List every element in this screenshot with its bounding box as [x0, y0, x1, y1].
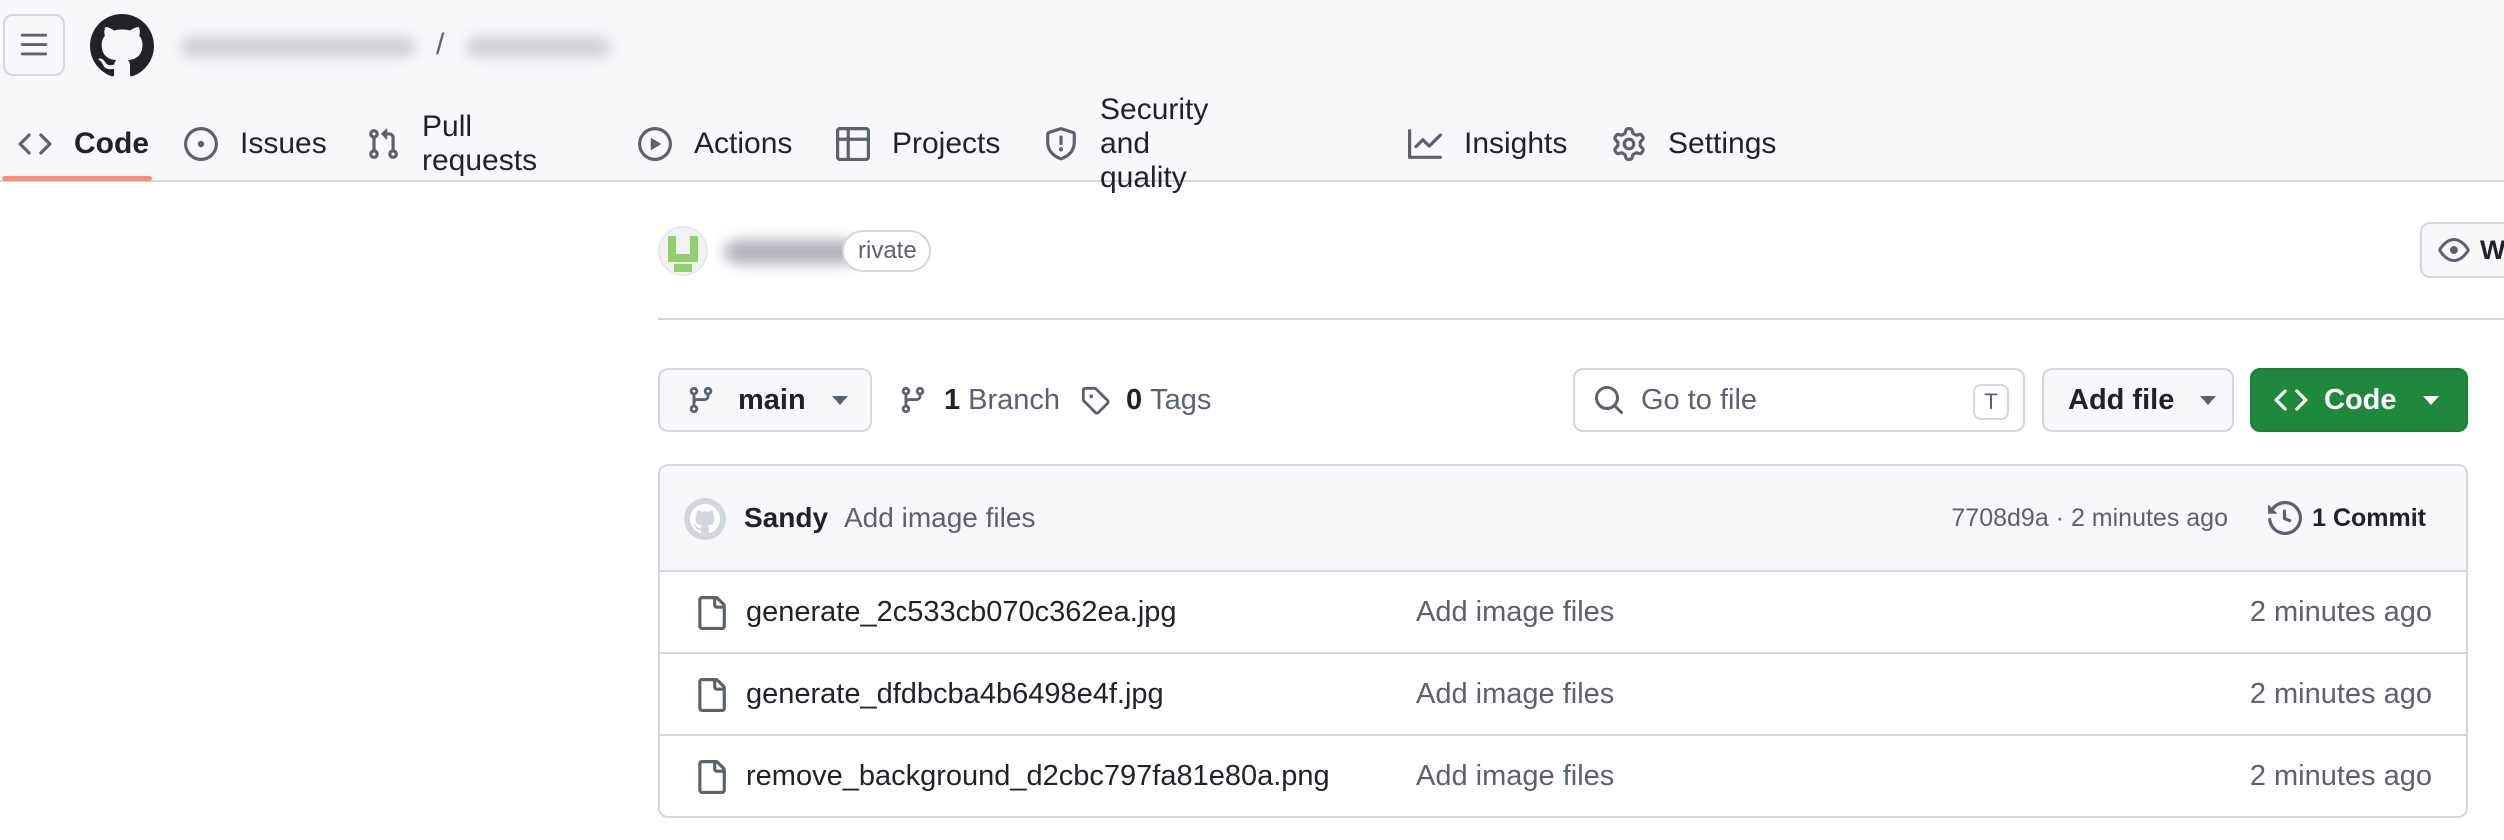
history-icon: [2268, 501, 2303, 535]
tag-count-label: Tags: [1150, 383, 1212, 416]
commit-history-link[interactable]: 1 Commit: [2268, 498, 2426, 538]
github-mark-icon: [690, 504, 720, 534]
file-name-link[interactable]: generate_dfdbcba4b6498e4f.jpg: [746, 678, 1164, 711]
chevron-down-icon: [2422, 395, 2439, 405]
graph-icon: [1408, 129, 1442, 159]
commit-message[interactable]: Add image files: [844, 502, 1035, 534]
table-row: generate_2c533cb070c362ea.jpg Add image …: [660, 572, 2466, 654]
commit-author[interactable]: Sandy: [744, 502, 828, 534]
add-file-button[interactable]: Add file: [2042, 368, 2234, 432]
table-row: remove_background_d2cbc797fa81e80a.png A…: [660, 736, 2466, 816]
tab-insights-label: Insights: [1464, 127, 1568, 160]
commit-count-label: 1 Commit: [2312, 503, 2426, 532]
git-pull-request-icon: [369, 128, 398, 159]
tab-code-label: Code: [74, 127, 149, 160]
code-icon: [2274, 389, 2308, 411]
breadcrumb-separator: /: [436, 28, 445, 61]
code-icon: [18, 133, 52, 155]
tab-pull-requests-label: Pull requests: [422, 110, 538, 177]
file-commit-message[interactable]: Add image files: [1416, 678, 1614, 711]
file-icon: [698, 760, 726, 794]
visibility-badge: rivate: [842, 230, 931, 272]
file-commit-time: 2 minutes ago: [2249, 678, 2432, 710]
tab-insights[interactable]: Insights: [1408, 108, 1567, 180]
git-branch-icon: [901, 386, 925, 414]
menu-button[interactable]: [3, 14, 65, 76]
commit-author-avatar[interactable]: [684, 498, 726, 540]
global-header: / Code Issues Pull requests Actions Proj…: [0, 0, 2504, 194]
tab-projects-label: Projects: [892, 127, 1001, 160]
tag-icon: [1081, 386, 1110, 415]
file-name-link[interactable]: remove_background_d2cbc797fa81e80a.png: [746, 760, 1330, 793]
file-icon: [698, 596, 726, 630]
git-branch-icon: [689, 386, 713, 414]
active-tab-indicator: [2, 176, 152, 181]
hamburger-icon: [20, 33, 48, 56]
tab-issues-label: Issues: [240, 127, 327, 160]
tag-count: 0: [1126, 383, 1143, 416]
branch-name: main: [738, 383, 806, 416]
add-file-label: Add file: [2068, 383, 2175, 416]
issue-opened-icon: [184, 127, 218, 161]
latest-commit-bar: Sandy Add image files 7708d9a · 2 minute…: [660, 466, 2466, 572]
code-button-label: Code: [2324, 383, 2397, 416]
table-row: generate_dfdbcba4b6498e4f.jpg Add image …: [660, 654, 2466, 736]
tab-pull-requests[interactable]: Pull requests: [366, 108, 537, 180]
search-icon: [1595, 386, 1624, 415]
tab-actions-label: Actions: [694, 127, 793, 160]
repo-name[interactable]: [724, 240, 860, 264]
file-commit-message[interactable]: Add image files: [1416, 760, 1614, 793]
watch-button[interactable]: Wa: [2420, 222, 2504, 278]
tab-settings-label: Settings: [1668, 127, 1777, 160]
search-shortcut-key: T: [1973, 384, 2009, 420]
gear-icon: [1613, 127, 1645, 161]
watch-label: Wa: [2480, 234, 2504, 265]
tab-issues[interactable]: Issues: [184, 108, 327, 180]
title-divider: [658, 318, 2504, 320]
chevron-down-icon: [2200, 395, 2217, 405]
code-dropdown-button[interactable]: Code: [2250, 368, 2468, 432]
tab-security-label: Security and quality: [1100, 93, 1209, 194]
go-to-file-search[interactable]: Go to file T: [1573, 368, 2025, 432]
tab-settings[interactable]: Settings: [1612, 108, 1776, 180]
tab-projects[interactable]: Projects: [836, 108, 1000, 180]
commit-sha-time[interactable]: 7708d9a · 2 minutes ago: [1951, 504, 2228, 533]
eye-icon: [2438, 238, 2470, 262]
file-commit-message[interactable]: Add image files: [1416, 596, 1614, 629]
github-mark-icon[interactable]: [90, 14, 154, 78]
file-name-link[interactable]: generate_2c533cb070c362ea.jpg: [746, 596, 1177, 629]
shield-icon: [1046, 127, 1076, 161]
search-placeholder: Go to file: [1641, 383, 1758, 416]
file-icon: [698, 678, 726, 712]
file-table: Sandy Add image files 7708d9a · 2 minute…: [658, 464, 2468, 818]
tags-link[interactable]: 0 Tags: [1080, 368, 1211, 432]
file-commit-time: 2 minutes ago: [2249, 760, 2432, 792]
tab-code[interactable]: Code: [18, 108, 149, 180]
chevron-down-icon: [831, 395, 848, 405]
repo-owner-avatar[interactable]: [658, 226, 708, 276]
file-commit-time: 2 minutes ago: [2249, 596, 2432, 628]
branch-selector-button[interactable]: main: [658, 368, 872, 432]
tab-actions[interactable]: Actions: [638, 108, 792, 180]
play-icon: [638, 127, 672, 161]
branches-link[interactable]: 1 Branch: [898, 368, 1060, 432]
branch-count-label: Branch: [968, 383, 1061, 416]
table-icon: [836, 127, 870, 161]
branch-count: 1: [944, 383, 961, 416]
owner-breadcrumb[interactable]: [180, 36, 416, 58]
tab-security[interactable]: Security and quality: [1044, 93, 1208, 194]
repo-breadcrumb[interactable]: [466, 36, 610, 58]
